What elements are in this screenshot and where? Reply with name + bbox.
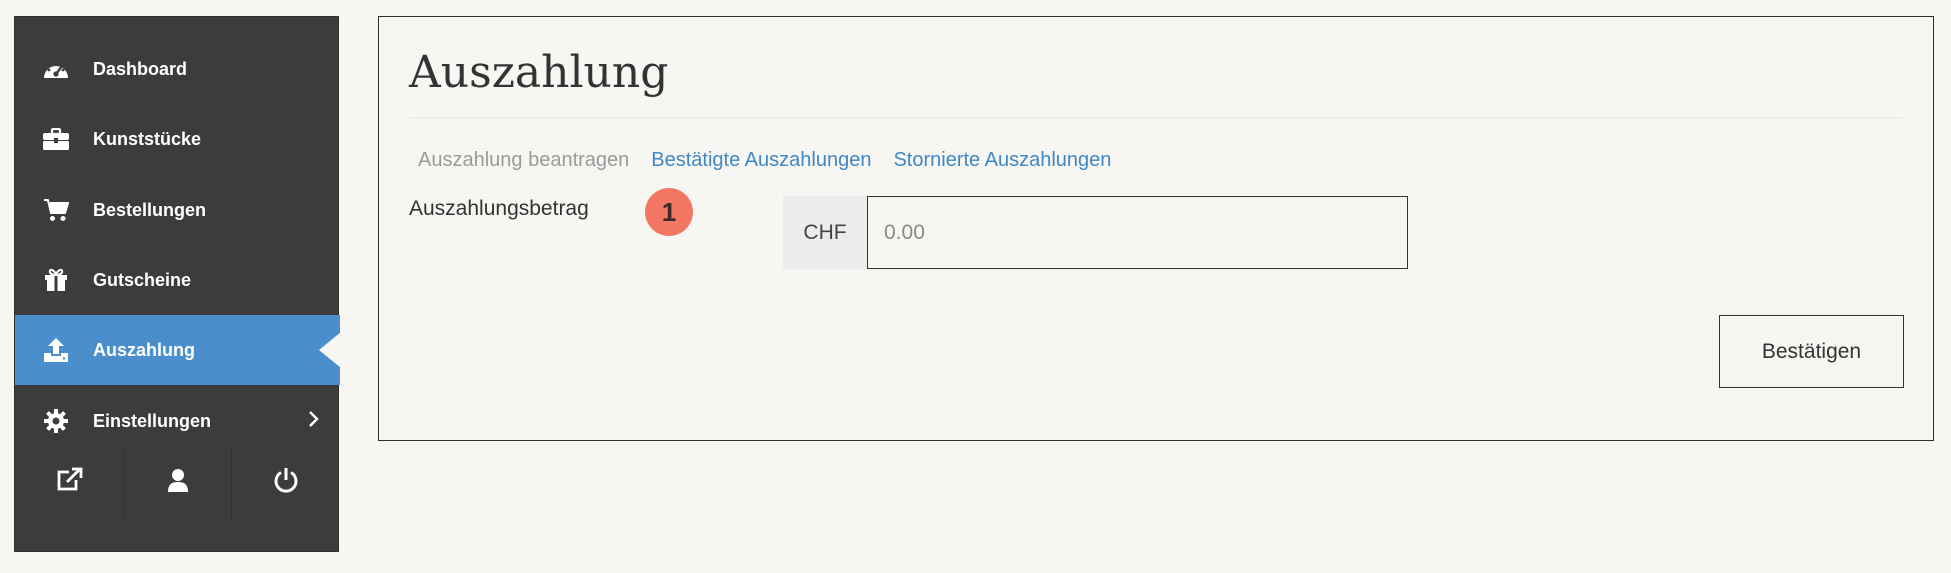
sidebar-item-label: Bestellungen	[93, 199, 207, 220]
briefcase-icon	[41, 124, 71, 154]
sidebar-item-label: Einstellungen	[93, 410, 212, 431]
active-indicator	[319, 332, 341, 368]
payout-tabs: Auszahlung beantragen Bestätigte Auszahl…	[418, 149, 1111, 172]
sidebar-item-label: Gutscheine	[93, 269, 192, 290]
sidebar-item-label: Kunststücke	[93, 128, 202, 149]
step-badge: 1	[645, 188, 693, 236]
currency-addon: CHF	[783, 196, 867, 269]
page-title: Auszahlung	[409, 47, 669, 98]
upload-icon	[41, 335, 71, 365]
tab-confirmed-payouts[interactable]: Bestätigte Auszahlungen	[651, 149, 871, 172]
sidebar-item-gutscheine[interactable]: Gutscheine	[15, 245, 340, 315]
dashboard-icon	[41, 54, 71, 84]
chevron-right-icon	[308, 410, 320, 433]
payout-panel: Auszahlung Auszahlung beantragen Bestäti…	[378, 16, 1934, 441]
tab-cancelled-payouts[interactable]: Stornierte Auszahlungen	[893, 149, 1111, 172]
confirm-button[interactable]: Bestätigen	[1719, 315, 1904, 388]
sidebar-item-label: Dashboard	[93, 58, 188, 79]
sidebar: Dashboard Kunststücke Bestellungen Gutsc…	[14, 16, 341, 552]
gift-icon	[41, 265, 71, 295]
sidebar-item-auszahlung[interactable]: Auszahlung	[15, 315, 341, 385]
sidebar-footer	[15, 444, 340, 520]
sidebar-item-label: Auszahlung	[93, 339, 195, 360]
profile-button[interactable]	[124, 444, 233, 520]
cart-icon	[41, 195, 71, 225]
power-icon	[273, 467, 299, 498]
amount-input[interactable]	[867, 196, 1408, 269]
sidebar-item-kunststuecke[interactable]: Kunststücke	[15, 104, 340, 174]
external-link-icon	[55, 467, 83, 498]
amount-label: Auszahlungsbetrag	[409, 197, 589, 220]
logout-button[interactable]	[232, 444, 340, 520]
external-link-button[interactable]	[15, 444, 124, 520]
tab-request-payout[interactable]: Auszahlung beantragen	[418, 149, 629, 172]
sidebar-item-dashboard[interactable]: Dashboard	[15, 34, 340, 104]
gear-icon	[41, 406, 71, 436]
title-divider	[409, 117, 1903, 118]
sidebar-item-bestellungen[interactable]: Bestellungen	[15, 175, 340, 245]
user-icon	[167, 468, 189, 497]
